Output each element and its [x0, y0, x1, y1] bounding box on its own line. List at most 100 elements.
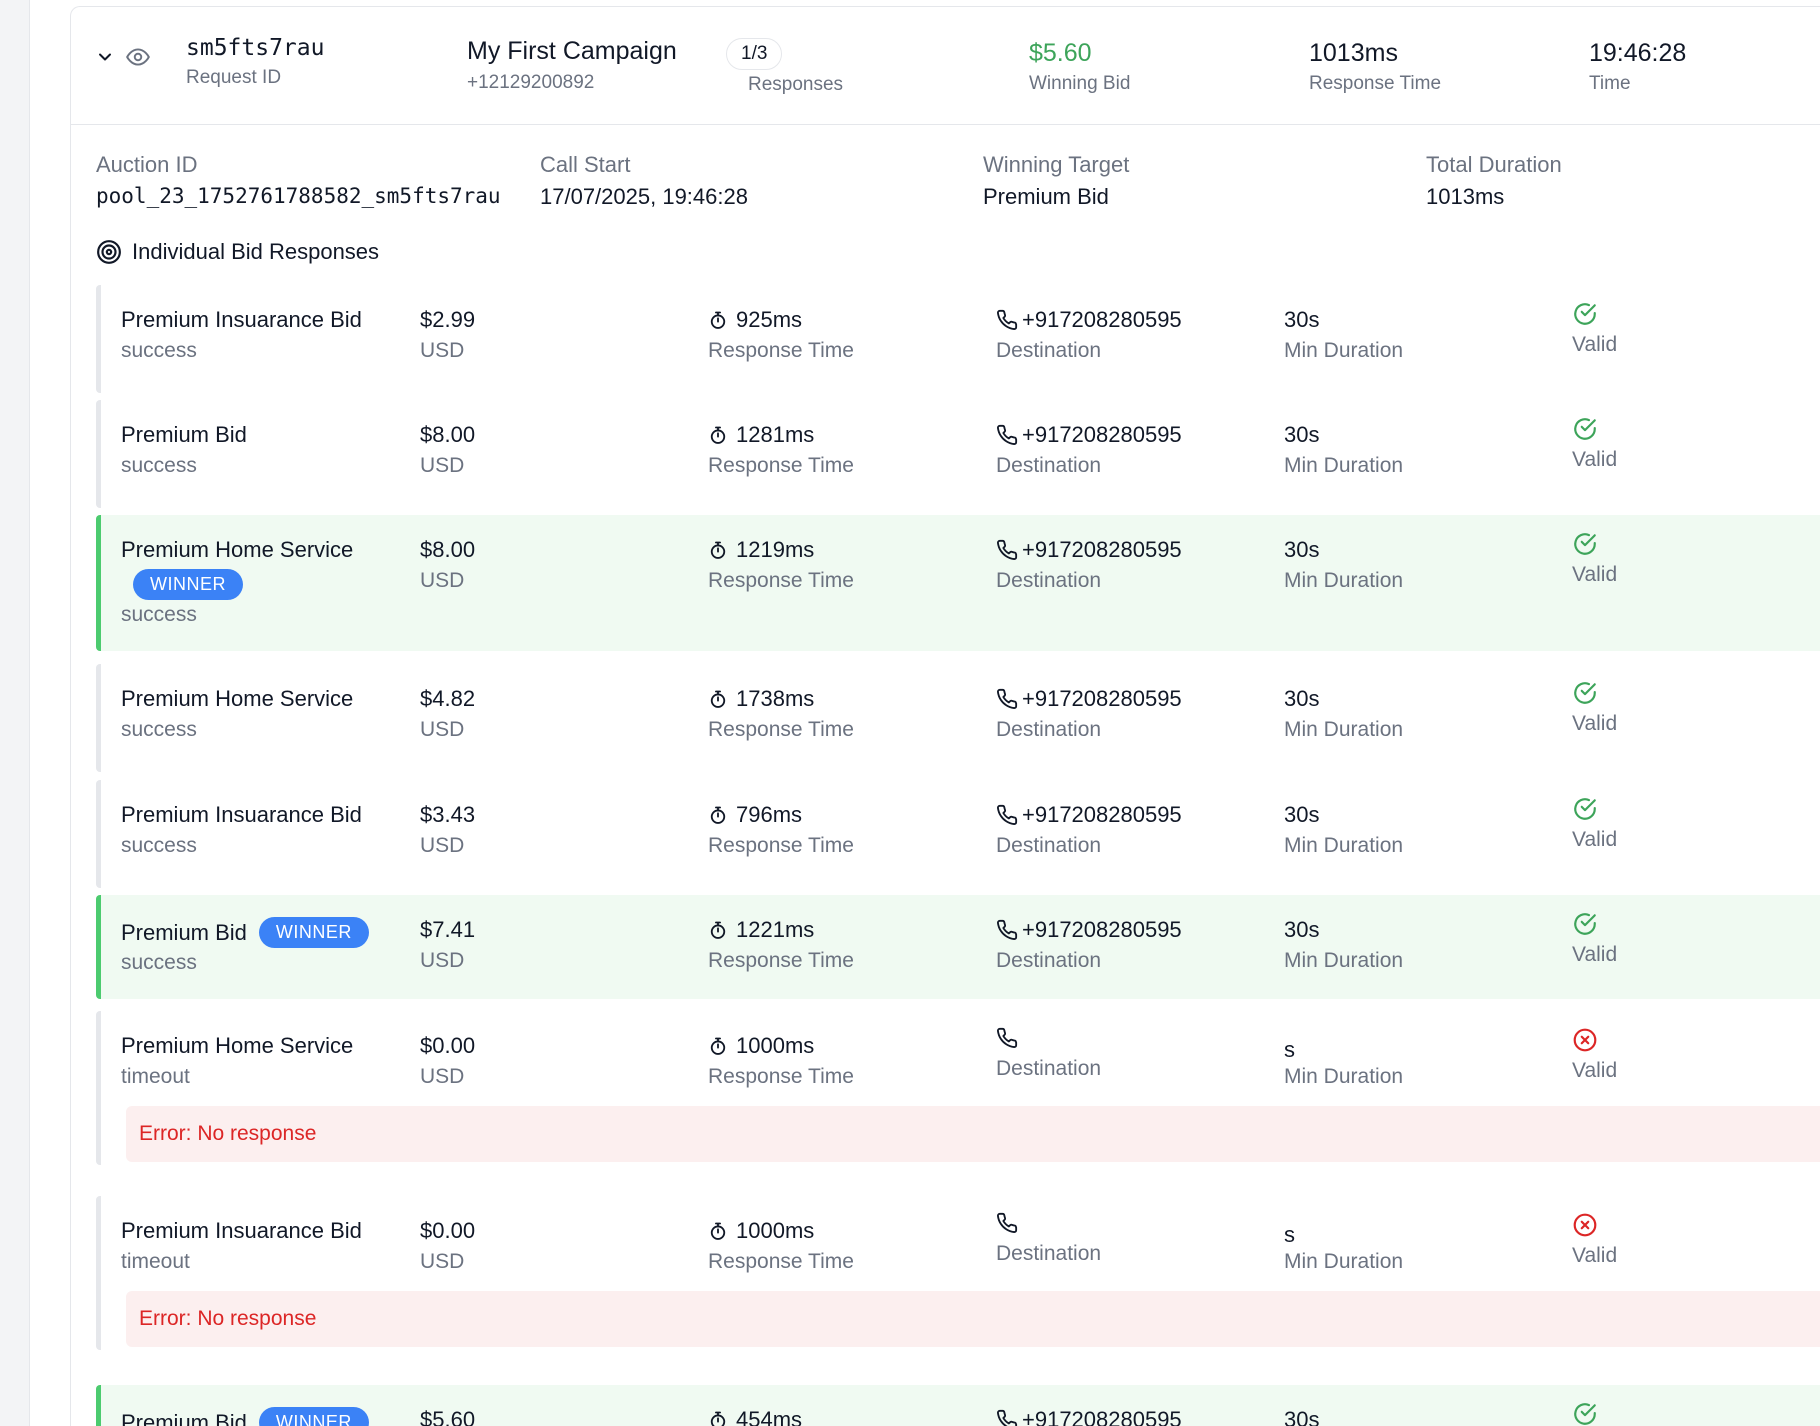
- winning-target-label: Winning Target: [983, 152, 1130, 177]
- bid-currency: USD: [420, 339, 465, 362]
- bid-min-duration: s: [1284, 1222, 1295, 1247]
- call-start-label: Call Start: [540, 152, 631, 177]
- bid-status: success: [121, 718, 197, 741]
- bid-destination-label: Destination: [996, 339, 1102, 362]
- bid-error: Error: No response: [126, 1106, 1820, 1162]
- bid-min-duration-label: Min Duration: [1284, 718, 1404, 741]
- bid-destination: +917208280595: [1022, 686, 1182, 711]
- header-time: 19:46:28: [1589, 39, 1687, 67]
- bid-currency: USD: [420, 834, 465, 857]
- bid-destination: +917208280595: [1022, 537, 1182, 562]
- bidder-name: Premium Bid: [121, 422, 247, 447]
- header-response-time: 1013ms: [1309, 39, 1398, 67]
- bid-destination-label: Destination: [996, 834, 1102, 857]
- stopwatch-icon: [708, 540, 728, 560]
- bid-destination-label: Destination: [996, 569, 1102, 592]
- bid-response-time: 1219ms: [736, 537, 815, 562]
- responses-label: Responses: [748, 74, 844, 95]
- bid-row: Premium Home Service timeout $0.00 USD 1000…: [96, 1011, 1820, 1165]
- target-icon: [96, 239, 122, 265]
- x-circle-icon: [1572, 1027, 1598, 1058]
- bid-response-time-label: Response Time: [708, 339, 854, 362]
- bid-status: success: [121, 454, 197, 477]
- bid-min-duration: 30s: [1284, 537, 1320, 562]
- check-circle-icon: [1572, 301, 1598, 332]
- bid-row: Premium Insuarance Bid success $3.43 USD 79…: [96, 780, 1820, 888]
- bid-response-time-label: Response Time: [708, 949, 854, 972]
- bid-destination: +917208280595: [1022, 917, 1182, 942]
- bid-status: timeout: [121, 1065, 190, 1088]
- bid-status: timeout: [121, 1250, 190, 1273]
- bid-status: success: [121, 603, 197, 626]
- bid-currency: USD: [420, 454, 465, 477]
- bid-currency: USD: [420, 569, 465, 592]
- winning-target: Premium Bid: [983, 184, 1109, 209]
- bid-response-time-label: Response Time: [708, 718, 854, 741]
- bid-response-time-label: Response Time: [708, 834, 854, 857]
- auction-header[interactable]: sm5fts7rau Request ID My First Campaign …: [71, 7, 1820, 125]
- section-title: Individual Bid Responses: [96, 239, 379, 265]
- request-id: sm5fts7rau: [186, 35, 325, 61]
- bid-min-duration-label: Min Duration: [1284, 569, 1404, 592]
- phone-icon: [996, 919, 1018, 941]
- bid-response-time-label: Response Time: [708, 454, 854, 477]
- bid-valid-label: Valid: [1572, 563, 1618, 586]
- bidder-name: Premium Insuarance Bid: [121, 307, 362, 332]
- auction-card: sm5fts7rau Request ID My First Campaign …: [70, 6, 1820, 1426]
- total-duration-label: Total Duration: [1426, 152, 1562, 177]
- phone-icon: [996, 1212, 1018, 1234]
- bidder-name: Premium Insuarance Bid: [121, 1218, 362, 1243]
- bid-valid-label: Valid: [1572, 1244, 1618, 1267]
- stopwatch-icon: [708, 1221, 728, 1241]
- bid-status: success: [121, 339, 197, 362]
- bidder-name: Premium Insuarance Bid: [121, 802, 362, 827]
- bid-min-duration-label: Min Duration: [1284, 834, 1404, 857]
- bidder-name: Premium Home Service: [121, 686, 354, 711]
- bid-response-time: 1221ms: [736, 917, 815, 942]
- eye-icon[interactable]: [125, 44, 151, 75]
- bid-min-duration: 30s: [1284, 802, 1320, 827]
- total-duration: 1013ms: [1426, 184, 1505, 209]
- bid-destination: +917208280595: [1022, 802, 1182, 827]
- stopwatch-icon: [708, 920, 728, 940]
- bid-response-time-label: Response Time: [708, 569, 854, 592]
- bid-destination-label: Destination: [996, 1242, 1102, 1265]
- bid-response-time-label: Response Time: [708, 1250, 854, 1273]
- winner-badge: WINNER: [258, 917, 369, 948]
- stopwatch-icon: [708, 310, 728, 330]
- bid-destination-label: Destination: [996, 1057, 1102, 1080]
- bid-amount: $3.43: [420, 802, 476, 827]
- responses-pill: 1/3: [726, 38, 783, 70]
- bid-row: Premium Insuarance Bid success $2.99 USD 92…: [96, 285, 1820, 393]
- phone-icon: [996, 688, 1018, 710]
- chevron-down-icon[interactable]: [95, 47, 115, 72]
- winner-badge: WINNER: [133, 569, 243, 600]
- stopwatch-icon: [708, 689, 728, 709]
- bid-destination: +917208280595: [1022, 1407, 1182, 1426]
- check-circle-icon: [1572, 796, 1598, 827]
- bid-row: Premium Insuarance Bid timeout $0.00 USD 10…: [96, 1196, 1820, 1350]
- check-circle-icon: [1572, 680, 1598, 711]
- bid-destination-label: Destination: [996, 718, 1102, 741]
- bid-currency: USD: [420, 718, 465, 741]
- bid-amount: $8.00: [420, 537, 476, 562]
- phone-icon: [996, 539, 1018, 561]
- bid-currency: USD: [420, 1250, 465, 1273]
- winner-badge: WINNER: [258, 1407, 369, 1426]
- bid-amount: $4.82: [420, 686, 476, 711]
- section-title-text: Individual Bid Responses: [132, 239, 380, 264]
- bid-min-duration: 30s: [1284, 917, 1320, 942]
- bidder-name: Premium Bid: [121, 1409, 247, 1426]
- bid-currency: USD: [420, 949, 465, 972]
- bid-row: Premium Home Service success $4.82 USD 1738…: [96, 664, 1820, 772]
- auction-details: Auction ID pool_23_1752761788582_sm5fts7…: [71, 125, 1820, 249]
- auction-id: pool_23_1752761788582_sm5fts7rau: [96, 184, 501, 208]
- bid-valid-label: Valid: [1572, 712, 1618, 735]
- bid-destination-label: Destination: [996, 949, 1102, 972]
- phone-icon: [996, 1409, 1018, 1426]
- bid-response-time-label: Response Time: [708, 1065, 854, 1088]
- x-circle-icon: [1572, 1212, 1598, 1243]
- check-circle-icon: [1572, 531, 1598, 562]
- stopwatch-icon: [708, 1036, 728, 1056]
- bid-currency: USD: [420, 1065, 465, 1088]
